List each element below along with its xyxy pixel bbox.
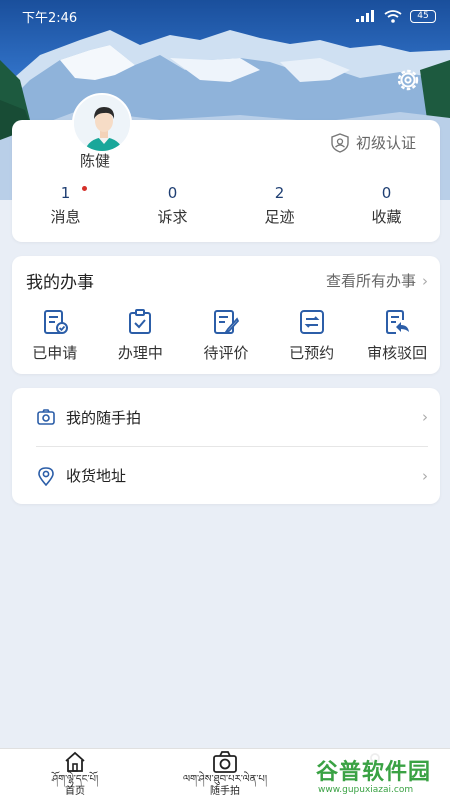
watermark: 谷普软件园 www.gupuxiazai.com (312, 752, 450, 800)
stat-appeals[interactable]: 0 诉求 (119, 184, 226, 227)
affair-applied[interactable]: 已申请 (12, 308, 98, 363)
watermark-url: www.gupuxiazai.com (318, 785, 414, 795)
stat-footprints[interactable]: 2 足迹 (226, 184, 333, 227)
stat-favorites[interactable]: 0 收藏 (333, 184, 440, 227)
stat-value: 1 (60, 184, 71, 202)
battery-indicator: 45 (410, 9, 436, 23)
affair-booked[interactable]: 已预约 (269, 308, 355, 363)
to-review-icon (213, 310, 240, 334)
menu-card: 我的随手拍 › 收货地址 › (12, 388, 440, 504)
watermark-title: 谷普软件园 (316, 760, 432, 785)
stat-value: 2 (274, 184, 285, 202)
affair-label: 已申请 (32, 344, 78, 362)
stat-label: 诉求 (157, 208, 188, 226)
affair-label: 办理中 (117, 344, 163, 362)
home-icon (65, 751, 85, 772)
stat-label: 收藏 (371, 208, 402, 226)
unread-dot (82, 186, 87, 191)
camera-icon (213, 751, 237, 773)
tab-home[interactable]: ཤོག་ལྷེ་དང་པོ། 首页 (0, 749, 150, 800)
rejected-icon (386, 310, 410, 334)
avatar[interactable] (72, 93, 132, 153)
location-icon (38, 466, 54, 486)
view-all-label: 查看所有办事 (325, 272, 416, 290)
booked-icon (299, 310, 324, 334)
menu-item-my-snapshots[interactable]: 我的随手拍 › (36, 388, 428, 446)
status-bar: 下午2:46 45 (0, 0, 450, 32)
stat-messages[interactable]: 1 消息 (12, 184, 119, 227)
tab-label-tibetan: ལག་ཤེས་ཐུབ་པར་ལེན་པ། (182, 774, 268, 785)
affair-label: 审核驳回 (367, 344, 428, 362)
affair-label: 待评价 (203, 344, 249, 362)
affair-to-review[interactable]: 待评价 (183, 308, 269, 363)
affair-label: 已预约 (289, 344, 335, 362)
certification-label: 初级认证 (355, 134, 416, 152)
stat-value: 0 (381, 184, 392, 202)
status-time: 下午2:46 (22, 10, 78, 26)
tab-label-tibetan: ཤོག་ལྷེ་དང་པོ། (51, 774, 99, 785)
gear-icon[interactable] (394, 66, 422, 94)
stat-label: 足迹 (264, 208, 295, 226)
menu-label: 收货地址 (66, 467, 127, 485)
wifi-icon (384, 9, 402, 23)
stats-row: 1 消息 0 诉求 2 足迹 0 收藏 (12, 184, 440, 227)
chevron-right-icon: › (422, 466, 428, 485)
menu-item-shipping-address[interactable]: 收货地址 › (36, 446, 428, 504)
user-name: 陈健 (80, 152, 111, 170)
camera-icon (37, 409, 55, 425)
affairs-card: 我的办事 查看所有办事 › 已申请 办理中 待评价 已预约 审核驳回 (12, 256, 440, 374)
affair-processing[interactable]: 办理中 (98, 308, 184, 363)
certification-badge[interactable]: 初级认证 (330, 132, 416, 153)
signal-icon (356, 10, 374, 22)
stat-value: 0 (167, 184, 178, 202)
view-all-affairs-link[interactable]: 查看所有办事 › (326, 270, 428, 291)
shield-user-icon (331, 132, 349, 153)
affair-rejected[interactable]: 审核驳回 (354, 308, 440, 363)
applied-icon (43, 310, 68, 334)
tab-label: 首页 (65, 786, 85, 797)
tab-snapshot[interactable]: ལག་ཤེས་ཐུབ་པར་ལེན་པ། 随手拍 (150, 749, 300, 800)
chevron-right-icon: › (422, 271, 428, 290)
affairs-title: 我的办事 (26, 273, 94, 293)
chevron-right-icon: › (422, 408, 428, 426)
affairs-row: 已申请 办理中 待评价 已预约 审核驳回 (12, 308, 440, 363)
menu-label: 我的随手拍 (66, 408, 142, 427)
stat-label: 消息 (50, 208, 81, 226)
processing-icon (129, 309, 152, 334)
tab-label: 随手拍 (210, 786, 240, 797)
